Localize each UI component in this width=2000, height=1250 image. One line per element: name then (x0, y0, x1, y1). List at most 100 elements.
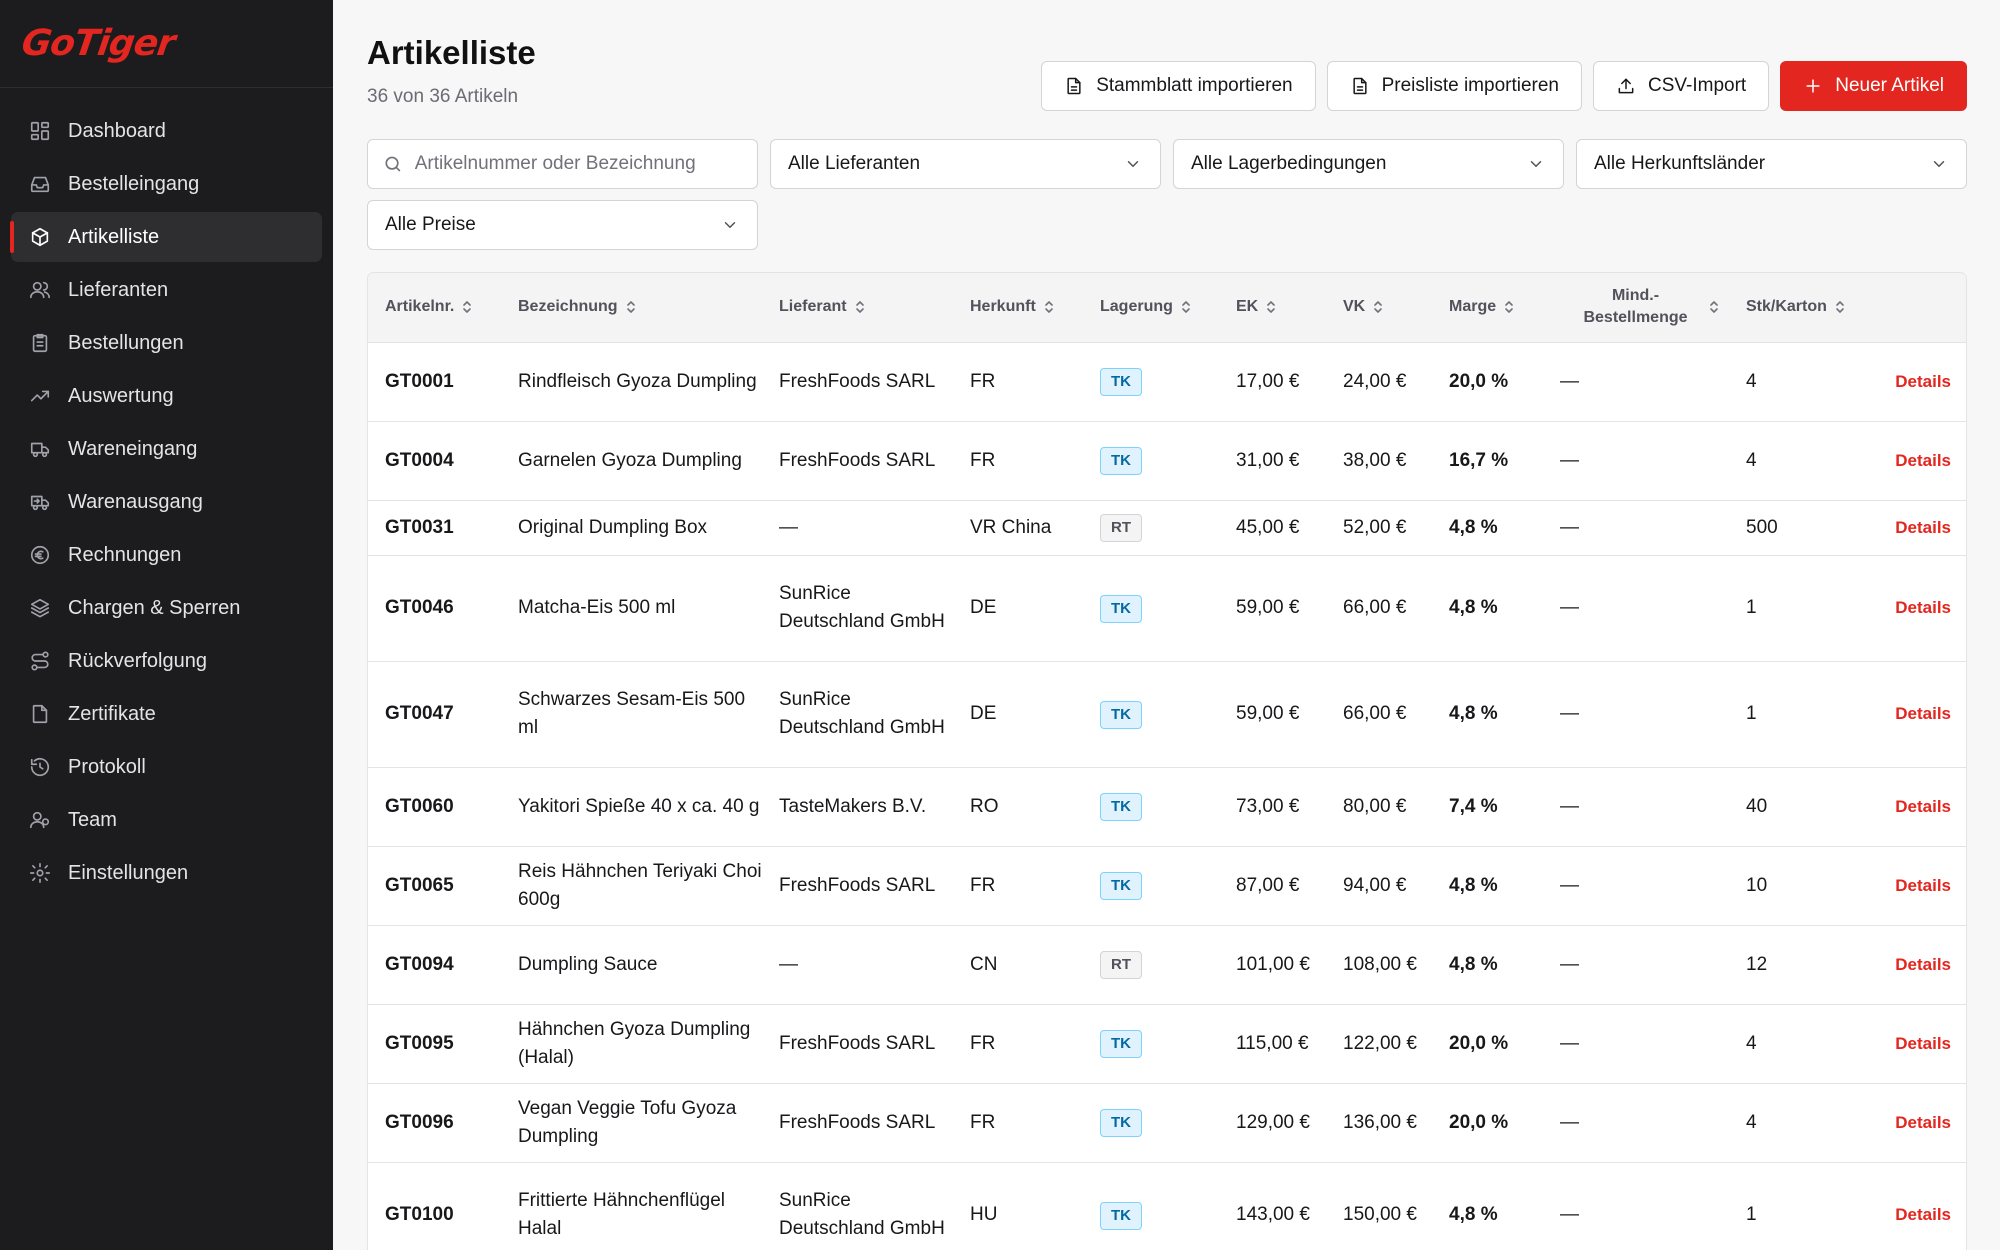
sidebar-item-label: Protokoll (68, 755, 146, 778)
details-link[interactable]: Details (1875, 661, 1966, 768)
details-link[interactable]: Details (1875, 1162, 1966, 1250)
sort-icon (462, 300, 472, 314)
cell-marge: 7,4 % (1432, 767, 1543, 847)
sidebar-item-einstellungen[interactable]: Einstellungen (11, 848, 322, 898)
cell-artikelnr: GT0004 (368, 421, 501, 501)
sidebar-item-label: Wareneingang (68, 437, 198, 460)
table-row[interactable]: GT0001 Rindfleisch Gyoza Dumpling FreshFoo… (368, 342, 1966, 422)
details-link[interactable]: Details (1875, 500, 1966, 556)
cell-artikelnr: GT0001 (368, 342, 501, 422)
table-row[interactable]: GT0095 Hähnchen Gyoza Dumpling (Halal) Fre… (368, 1004, 1966, 1084)
cell-stk-karton: 12 (1729, 925, 1875, 1005)
cell-mindestbestellmenge: — (1543, 846, 1729, 926)
sidebar-item-team[interactable]: Team (11, 795, 322, 845)
sidebar-item-bestelleingang[interactable]: Bestelleingang (11, 159, 322, 209)
details-link[interactable]: Details (1875, 1004, 1966, 1084)
sidebar-item-bestellungen[interactable]: Bestellungen (11, 318, 322, 368)
details-link[interactable]: Details (1875, 342, 1966, 422)
sidebar-item-artikelliste[interactable]: Artikelliste (10, 212, 322, 262)
storage-badge: TK (1100, 872, 1142, 900)
column-header-bezeichnung[interactable]: Bezeichnung (501, 273, 762, 343)
column-header-ek[interactable]: EK (1219, 273, 1326, 343)
table-row[interactable]: GT0096 Vegan Veggie Tofu Gyoza Dumpling Fr… (368, 1083, 1966, 1163)
import-preisliste-button[interactable]: Preisliste importieren (1326, 61, 1583, 111)
sort-icon (1266, 300, 1276, 314)
column-header-stk-karton[interactable]: Stk/Karton (1729, 273, 1875, 343)
details-link[interactable]: Details (1875, 1083, 1966, 1163)
file-icon (29, 703, 51, 725)
clipboard-icon (29, 332, 51, 354)
cell-ek: 73,00 € (1219, 767, 1326, 847)
table-row[interactable]: GT0047 Schwarzes Sesam-Eis 500 ml SunRice … (368, 661, 1966, 768)
table-row[interactable]: GT0046 Matcha-Eis 500 ml SunRice Deutschla… (368, 555, 1966, 662)
chevron-down-icon (721, 216, 739, 234)
sidebar-item-label: Rückverfolgung (68, 649, 207, 672)
sidebar-item-chargen-sperren[interactable]: Chargen & Sperren (11, 583, 322, 633)
storage-select-value: Alle Lagerbedingungen (1191, 153, 1387, 174)
cell-vk: 136,00 € (1326, 1083, 1432, 1163)
cell-stk-karton: 1 (1729, 1162, 1875, 1250)
cell-herkunft: DE (953, 555, 1083, 662)
storage-badge: TK (1100, 700, 1142, 729)
sidebar-item-zertifikate[interactable]: Zertifikate (11, 689, 322, 739)
cell-bezeichnung: Yakitori Spieße 40 x ca. 40 g (501, 767, 762, 847)
column-header-marge[interactable]: Marge (1432, 273, 1543, 343)
sidebar-item-warenausgang[interactable]: Warenausgang (11, 477, 322, 527)
brand-logo[interactable]: GoTiger (0, 0, 333, 88)
table-row[interactable]: GT0065 Reis Hähnchen Teriyaki Choi 600g Fr… (368, 846, 1966, 926)
column-header-lieferant[interactable]: Lieferant (762, 273, 953, 343)
cell-lieferant: — (762, 500, 953, 556)
details-link[interactable]: Details (1875, 421, 1966, 501)
cell-ek: 129,00 € (1219, 1083, 1326, 1163)
sort-icon (1504, 300, 1514, 314)
new-article-button[interactable]: Neuer Artikel (1780, 61, 1967, 111)
details-link[interactable]: Details (1875, 846, 1966, 926)
sidebar-item-dashboard[interactable]: Dashboard (11, 106, 322, 156)
sort-icon (1044, 300, 1054, 314)
import-stammblatt-button[interactable]: Stammblatt importieren (1041, 61, 1316, 111)
column-header-vk[interactable]: VK (1326, 273, 1432, 343)
column-header-mindestbestellmenge[interactable]: Mind.-Bestellmenge (1543, 273, 1729, 343)
cell-herkunft: FR (953, 1004, 1083, 1084)
sidebar-item-rückverfolgung[interactable]: Rückverfolgung (11, 636, 322, 686)
sidebar-item-label: Dashboard (68, 119, 166, 142)
trending-up-icon (29, 385, 51, 407)
sidebar-item-rechnungen[interactable]: Rechnungen (11, 530, 322, 580)
cell-mindestbestellmenge: — (1543, 342, 1729, 422)
sidebar-item-lieferanten[interactable]: Lieferanten (11, 265, 322, 315)
search-box[interactable] (367, 139, 758, 189)
price-select[interactable]: Alle Preise (367, 200, 758, 250)
cell-marge: 20,0 % (1432, 1083, 1543, 1163)
cell-lieferant: SunRice Deutschland GmbH (762, 1162, 953, 1250)
table-row[interactable]: GT0100 Frittierte Hähnchenflügel Halal Sun… (368, 1162, 1966, 1250)
origin-select[interactable]: Alle Herkunftsländer (1576, 139, 1967, 189)
column-header-herkunft[interactable]: Herkunft (953, 273, 1083, 343)
table-row[interactable]: GT0094 Dumpling Sauce — CN RT 101,00 €108,00 … (368, 925, 1966, 1005)
sidebar-item-protokoll[interactable]: Protokoll (11, 742, 322, 792)
cell-stk-karton: 40 (1729, 767, 1875, 847)
csv-import-button[interactable]: CSV-Import (1593, 61, 1770, 111)
cell-ek: 59,00 € (1219, 555, 1326, 662)
cell-herkunft: FR (953, 342, 1083, 422)
cell-artikelnr: GT0095 (368, 1004, 501, 1084)
table-row[interactable]: GT0031 Original Dumpling Box — VR China RT 45… (368, 500, 1966, 556)
details-link[interactable]: Details (1875, 767, 1966, 847)
table-row[interactable]: GT0004 Garnelen Gyoza Dumpling FreshFoods … (368, 421, 1966, 501)
table-row[interactable]: GT0060 Yakitori Spieße 40 x ca. 40 g Taste… (368, 767, 1966, 847)
sidebar-item-wareneingang[interactable]: Wareneingang (11, 424, 322, 474)
search-icon (385, 156, 401, 172)
details-link[interactable]: Details (1875, 925, 1966, 1005)
storage-select[interactable]: Alle Lagerbedingungen (1173, 139, 1564, 189)
column-header-artikelnr[interactable]: Artikelnr. (368, 273, 501, 343)
column-header-lagerung[interactable]: Lagerung (1083, 273, 1219, 343)
sidebar: GoTiger Dashboard Bestelleingang Artikelli… (0, 0, 333, 1250)
search-input[interactable] (414, 153, 740, 175)
sidebar-item-auswertung[interactable]: Auswertung (11, 371, 322, 421)
sidebar-item-label: Warenausgang (68, 490, 203, 513)
sort-icon (626, 300, 636, 314)
details-link[interactable]: Details (1875, 555, 1966, 662)
users-icon (29, 279, 51, 301)
origin-select-value: Alle Herkunftsländer (1594, 153, 1766, 174)
cell-bezeichnung: Rindfleisch Gyoza Dumpling (501, 342, 762, 422)
supplier-select[interactable]: Alle Lieferanten (770, 139, 1161, 189)
